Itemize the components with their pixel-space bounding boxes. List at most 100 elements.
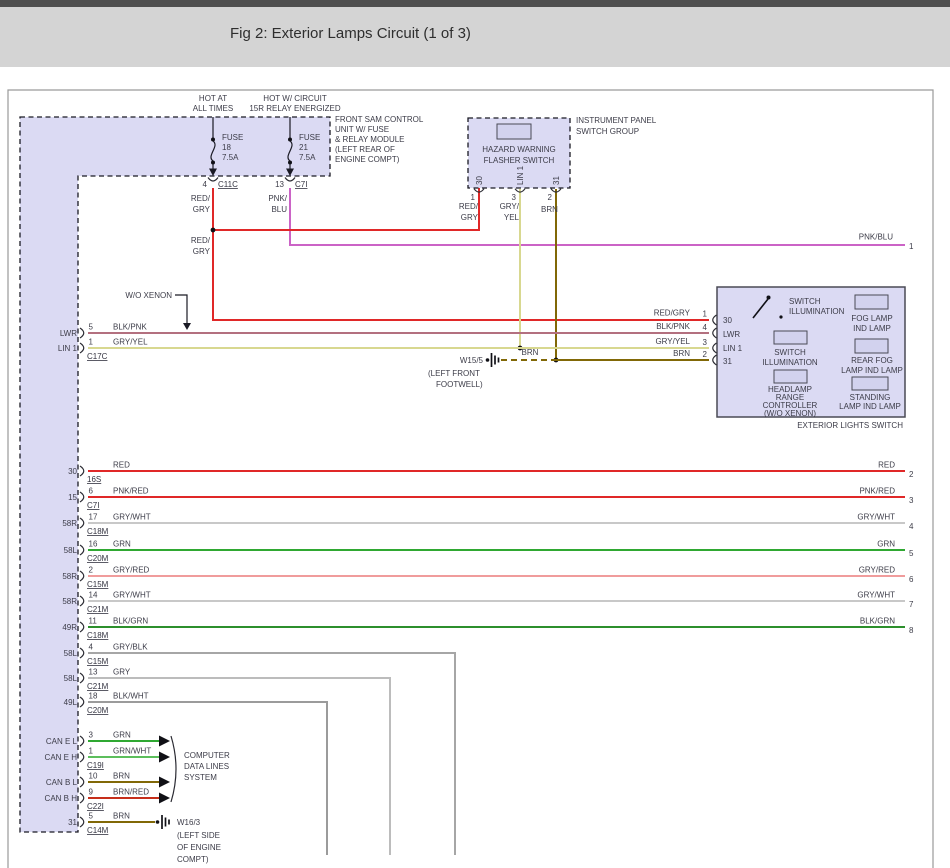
rear-fog-indicator-icon [855, 339, 888, 353]
wire-color-label: GRY [113, 668, 131, 677]
row-left-label: CAN E L [46, 737, 78, 746]
wire-color-label: GRY/WHT [113, 591, 151, 600]
terminal-label: 31 [723, 357, 732, 366]
wire-color-label: BRN [673, 349, 690, 358]
group-label: SWITCH GROUP [576, 127, 639, 136]
connector-label: C21M [87, 682, 109, 691]
pin-socket-icon [80, 817, 84, 827]
wire-color-label: RED/ [191, 236, 211, 245]
pin-socket-icon [80, 596, 84, 606]
ground-location: (LEFT SIDE [177, 831, 220, 840]
wire-color-label: BLK/PNK [656, 322, 690, 331]
wire-color-label: RED [878, 461, 895, 470]
wire-color-label: RED/ [459, 202, 479, 211]
ground-location: OF ENGINE [177, 843, 221, 852]
connector-label: C15M [87, 657, 109, 666]
wire-color-label: RED/ [191, 194, 211, 203]
row-left-label: 58L [64, 649, 78, 658]
terminal-label: LWR [723, 330, 740, 339]
row-left-label: 30 [68, 467, 77, 476]
connector-label: 16S [87, 475, 101, 484]
exterior-lights-switch: 30 LWR LIN 1 31 SWITCH ILLUMINATION FOG … [713, 287, 905, 430]
pin-socket-icon [80, 622, 84, 632]
row-left-label: CAN B H [45, 794, 78, 803]
fuse-node [211, 138, 215, 142]
connector-label: C7I [87, 501, 99, 510]
red-net: RED/ GRY RED/GRY 1 [191, 188, 709, 320]
wire-color-label: GRY/RED [859, 566, 896, 575]
pin-number: 3 [512, 193, 517, 202]
pin-number: 1 [89, 747, 94, 756]
pin-number: 17 [89, 513, 98, 522]
wire-color-label: GRY/RED [113, 566, 150, 575]
wire-color-label: BLK/PNK [113, 323, 147, 332]
arrow-right-icon [159, 793, 170, 804]
row-left-label: LIN 1 [58, 344, 78, 353]
wire-pnkblu [290, 188, 905, 245]
ground-location: (LEFT FRONT [428, 369, 480, 378]
wire-gry [88, 678, 390, 855]
connector-label: C22I [87, 802, 104, 811]
hot-label: HOT AT [199, 94, 227, 103]
brace-icon [171, 736, 176, 802]
wire-color-label: RED/GRY [654, 309, 691, 318]
sam-name-line: (LEFT REAR OF [335, 145, 395, 154]
pin-number: 3 [89, 731, 94, 740]
terminal-label: 30 [475, 176, 484, 185]
fuse-label: 7.5A [299, 153, 316, 162]
row-left-label: CAN B L [46, 778, 78, 787]
circuit-number: 2 [909, 470, 914, 479]
terminal-label: 30 [723, 316, 732, 325]
pin-socket-icon [80, 518, 84, 528]
pin-socket-icon [80, 545, 84, 555]
sam-name-line: ENGINE COMPT) [335, 155, 400, 164]
pin-number: 4 [703, 323, 708, 332]
wire-color-label: PNK/RED [859, 487, 895, 496]
rear-fog-label: LAMP IND LAMP [841, 366, 903, 375]
headlamp-range-icon [774, 370, 807, 383]
wire-color-label: BRN [113, 772, 130, 781]
ground-id: W16/3 [177, 818, 201, 827]
row-left-label: 58L [64, 546, 78, 555]
wire-color-label: GRY [193, 205, 211, 214]
computer-data-lines: COMPUTER DATA LINES SYSTEM [171, 736, 230, 802]
fog-lamp-label: FOG LAMP [851, 314, 892, 323]
pin-socket-icon [80, 648, 84, 658]
connector-label: C7I [295, 180, 307, 189]
row-left-label: 58R [62, 597, 77, 606]
pin-socket-icon [80, 777, 84, 787]
pin-socket-icon [80, 736, 84, 746]
pin-socket-icon [80, 793, 84, 803]
circuit-number: 4 [909, 522, 914, 531]
wire-color-label: BRN [522, 348, 539, 357]
row-left-label: 58L [64, 674, 78, 683]
system-label: DATA LINES [184, 762, 229, 771]
pin-number: 4 [89, 643, 94, 652]
pin-socket-icon [80, 752, 84, 762]
pin-socket-icon [80, 673, 84, 683]
pin-number: 2 [703, 350, 708, 359]
pin-socket-icon [80, 343, 84, 353]
sam-name-line: UNIT W/ FUSE [335, 125, 389, 134]
switch-illumination-label: SWITCH [789, 297, 821, 306]
pin-number: 10 [89, 772, 98, 781]
switch-illumination-label: ILLUMINATION [789, 307, 845, 316]
pin-number: 5 [89, 812, 94, 821]
wire-color-label: BRN/RED [113, 788, 149, 797]
pin-number: 3 [703, 338, 708, 347]
connector-label: C15M [87, 580, 109, 589]
pin-number: 9 [89, 788, 94, 797]
terminal-label: LIN 1 [516, 165, 525, 185]
circuit-number: 1 [909, 242, 914, 251]
wire-color-label: GRY [193, 247, 211, 256]
row-left-label: 58R [62, 519, 77, 528]
pin-number: 18 [89, 692, 98, 701]
fuse-node [288, 161, 292, 165]
row-left-label: 49L [64, 698, 78, 707]
wire-color-label: BRN [541, 205, 558, 214]
wire-color-label: BRN [113, 812, 130, 821]
note-pointer [175, 295, 187, 324]
circuit-number: 7 [909, 600, 914, 609]
standing-lamp-label: STANDING [850, 393, 891, 402]
wire-redgry-branch [213, 188, 479, 230]
